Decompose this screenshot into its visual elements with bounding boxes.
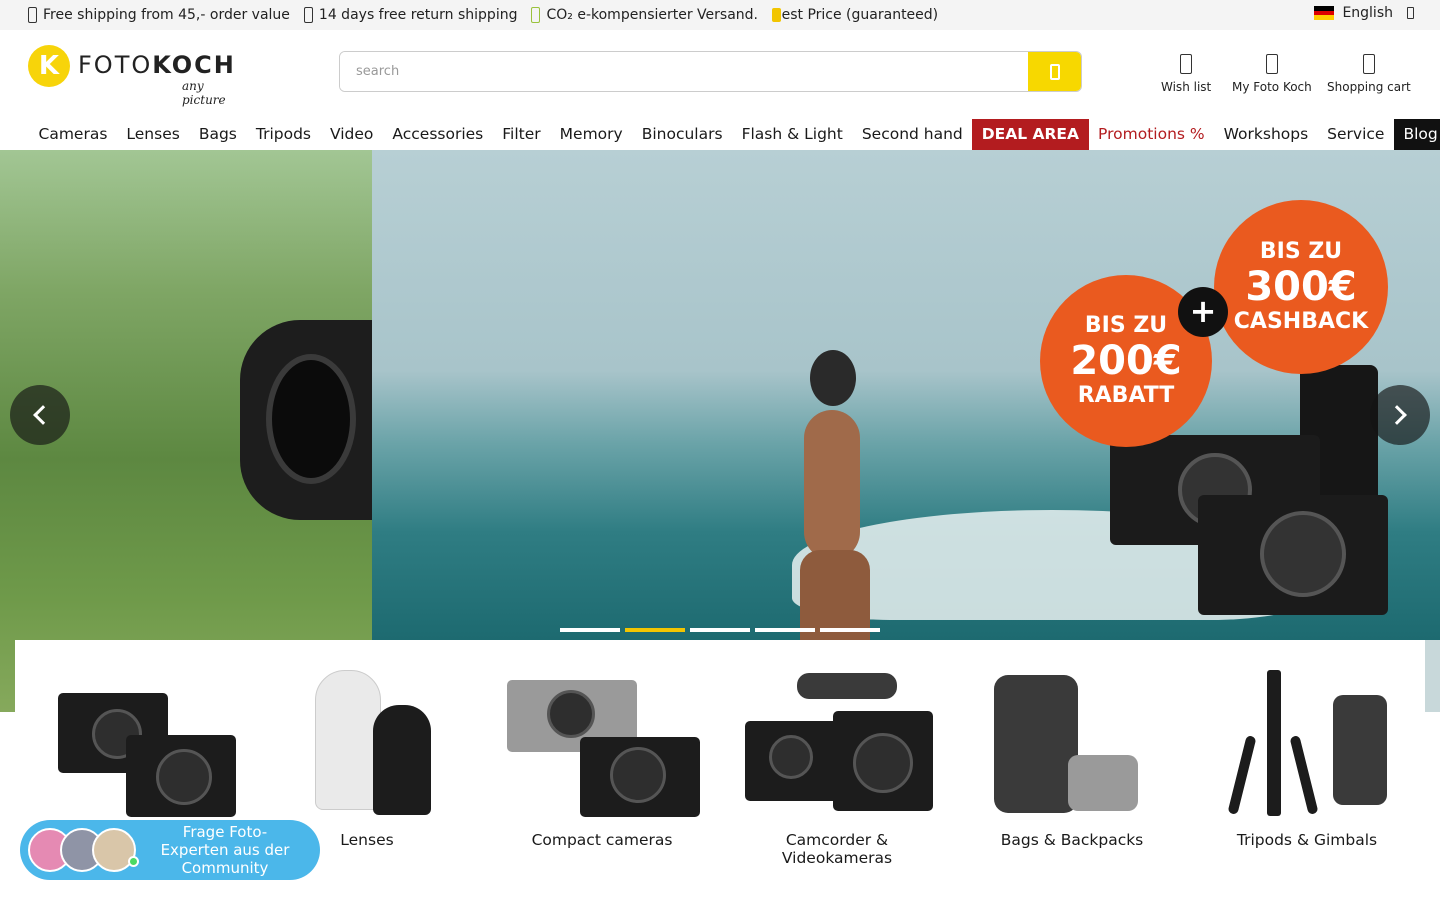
category-label: Bags & Backpacks [1000, 831, 1144, 849]
chevron-down-icon [1407, 7, 1414, 19]
nav-item-bags[interactable]: Bags [189, 119, 246, 150]
slider-dot[interactable] [625, 628, 685, 632]
wishlist-link[interactable]: Wish list [1161, 54, 1211, 94]
nav-item-video[interactable]: Video [320, 119, 382, 150]
price-badge-icon [772, 8, 781, 22]
cart-icon [1362, 54, 1375, 74]
nav-item-memory[interactable]: Memory [550, 119, 632, 150]
slider-dot[interactable] [755, 628, 815, 632]
category-image [1207, 665, 1407, 825]
chevron-left-icon [33, 405, 53, 425]
main-nav: Cameras Lenses Bags Tripods Video Access… [0, 118, 1440, 150]
search-icon [1049, 63, 1060, 80]
leaf-icon [531, 7, 541, 23]
slider-next-button[interactable] [1370, 385, 1430, 445]
logo-word-light: FOTO [78, 51, 153, 79]
nav-item-service[interactable]: Service [1318, 119, 1394, 150]
sony-camera-image-2 [1198, 495, 1388, 615]
category-image [502, 665, 702, 825]
online-status-dot [128, 856, 139, 867]
user-icon [1265, 54, 1278, 74]
search-input[interactable] [340, 52, 1030, 91]
nav-item-accessories[interactable]: Accessories [383, 119, 493, 150]
category-image [972, 665, 1172, 825]
usp-best-price: Best Price (guaranteed) [772, 7, 939, 23]
german-flag-icon [1314, 6, 1335, 21]
logo-tagline: any picture [182, 79, 226, 107]
usp-co2: CO₂ e-kompensierter Versand. [531, 7, 758, 23]
category-tile-bags[interactable]: Bags & Backpacks [972, 665, 1172, 849]
nav-item-deal-area[interactable]: DEAL AREA [972, 118, 1089, 150]
slider-pagination [560, 628, 885, 632]
chat-label: Frage Foto-Experten aus der Community [160, 823, 290, 877]
cashback-badge: BIS ZU 300€ CASHBACK [1214, 200, 1388, 374]
truck-icon [28, 7, 37, 23]
category-image [267, 665, 467, 825]
nav-item-second-hand[interactable]: Second hand [852, 119, 972, 150]
slider-prev-button[interactable] [10, 385, 70, 445]
category-label: Tripods & Gimbals [1236, 831, 1378, 849]
nav-item-flash-light[interactable]: Flash & Light [732, 119, 852, 150]
logo-word-bold: KOCH [152, 51, 236, 79]
site-header: K FOTOKOCH any picture Wish list My Foto… [0, 30, 1440, 118]
search-bar [339, 51, 1082, 92]
slider-dot[interactable] [690, 628, 750, 632]
category-image [30, 665, 236, 825]
usp-returns: 14 days free return shipping [303, 7, 517, 23]
usp-shipping: Free shipping from 45,- order value [28, 7, 290, 23]
chevron-right-icon [1387, 405, 1407, 425]
slider-dot[interactable] [560, 628, 620, 632]
language-label: English [1342, 5, 1393, 21]
heart-icon [1180, 54, 1193, 74]
language-selector[interactable]: English [1314, 5, 1414, 21]
nav-item-cameras[interactable]: Cameras [29, 119, 117, 150]
category-tile-cameras[interactable] [30, 665, 236, 831]
category-tile-compact-cameras[interactable]: Compact cameras [502, 665, 702, 849]
slider-dot[interactable] [820, 628, 880, 632]
usp-bar: Free shipping from 45,- order value 14 d… [0, 0, 1440, 30]
nav-item-binoculars[interactable]: Binoculars [632, 119, 732, 150]
search-button[interactable] [1028, 52, 1081, 91]
nav-item-blog[interactable]: Blog [1393, 118, 1440, 150]
nav-item-promotions[interactable]: Promotions % [1089, 119, 1215, 150]
nav-item-workshops[interactable]: Workshops [1214, 119, 1318, 150]
nav-item-filter[interactable]: Filter [493, 119, 550, 150]
account-link[interactable]: My Foto Koch [1232, 54, 1312, 94]
hero-slider[interactable]: BIS ZU 200€ RABATT BIS ZU 300€ CASHBACK … [0, 150, 1440, 712]
lens-image [240, 320, 372, 520]
category-image [737, 665, 937, 825]
community-chat-widget[interactable]: Frage Foto-Experten aus der Community [20, 820, 320, 880]
nav-item-tripods[interactable]: Tripods [246, 119, 320, 150]
category-tile-tripods[interactable]: Tripods & Gimbals [1207, 665, 1407, 849]
nav-item-lenses[interactable]: Lenses [117, 119, 189, 150]
logo-k-icon: K [28, 45, 70, 87]
category-label: Compact cameras [531, 831, 673, 849]
plus-icon: + [1178, 287, 1228, 337]
fotokoch-logo[interactable]: K FOTOKOCH any picture [28, 45, 248, 107]
return-icon [303, 7, 313, 23]
category-tile-camcorder[interactable]: Camcorder & Videokameras [737, 665, 937, 867]
cart-link[interactable]: Shopping cart [1327, 54, 1411, 94]
category-label: Camcorder & Videokameras [781, 831, 893, 867]
